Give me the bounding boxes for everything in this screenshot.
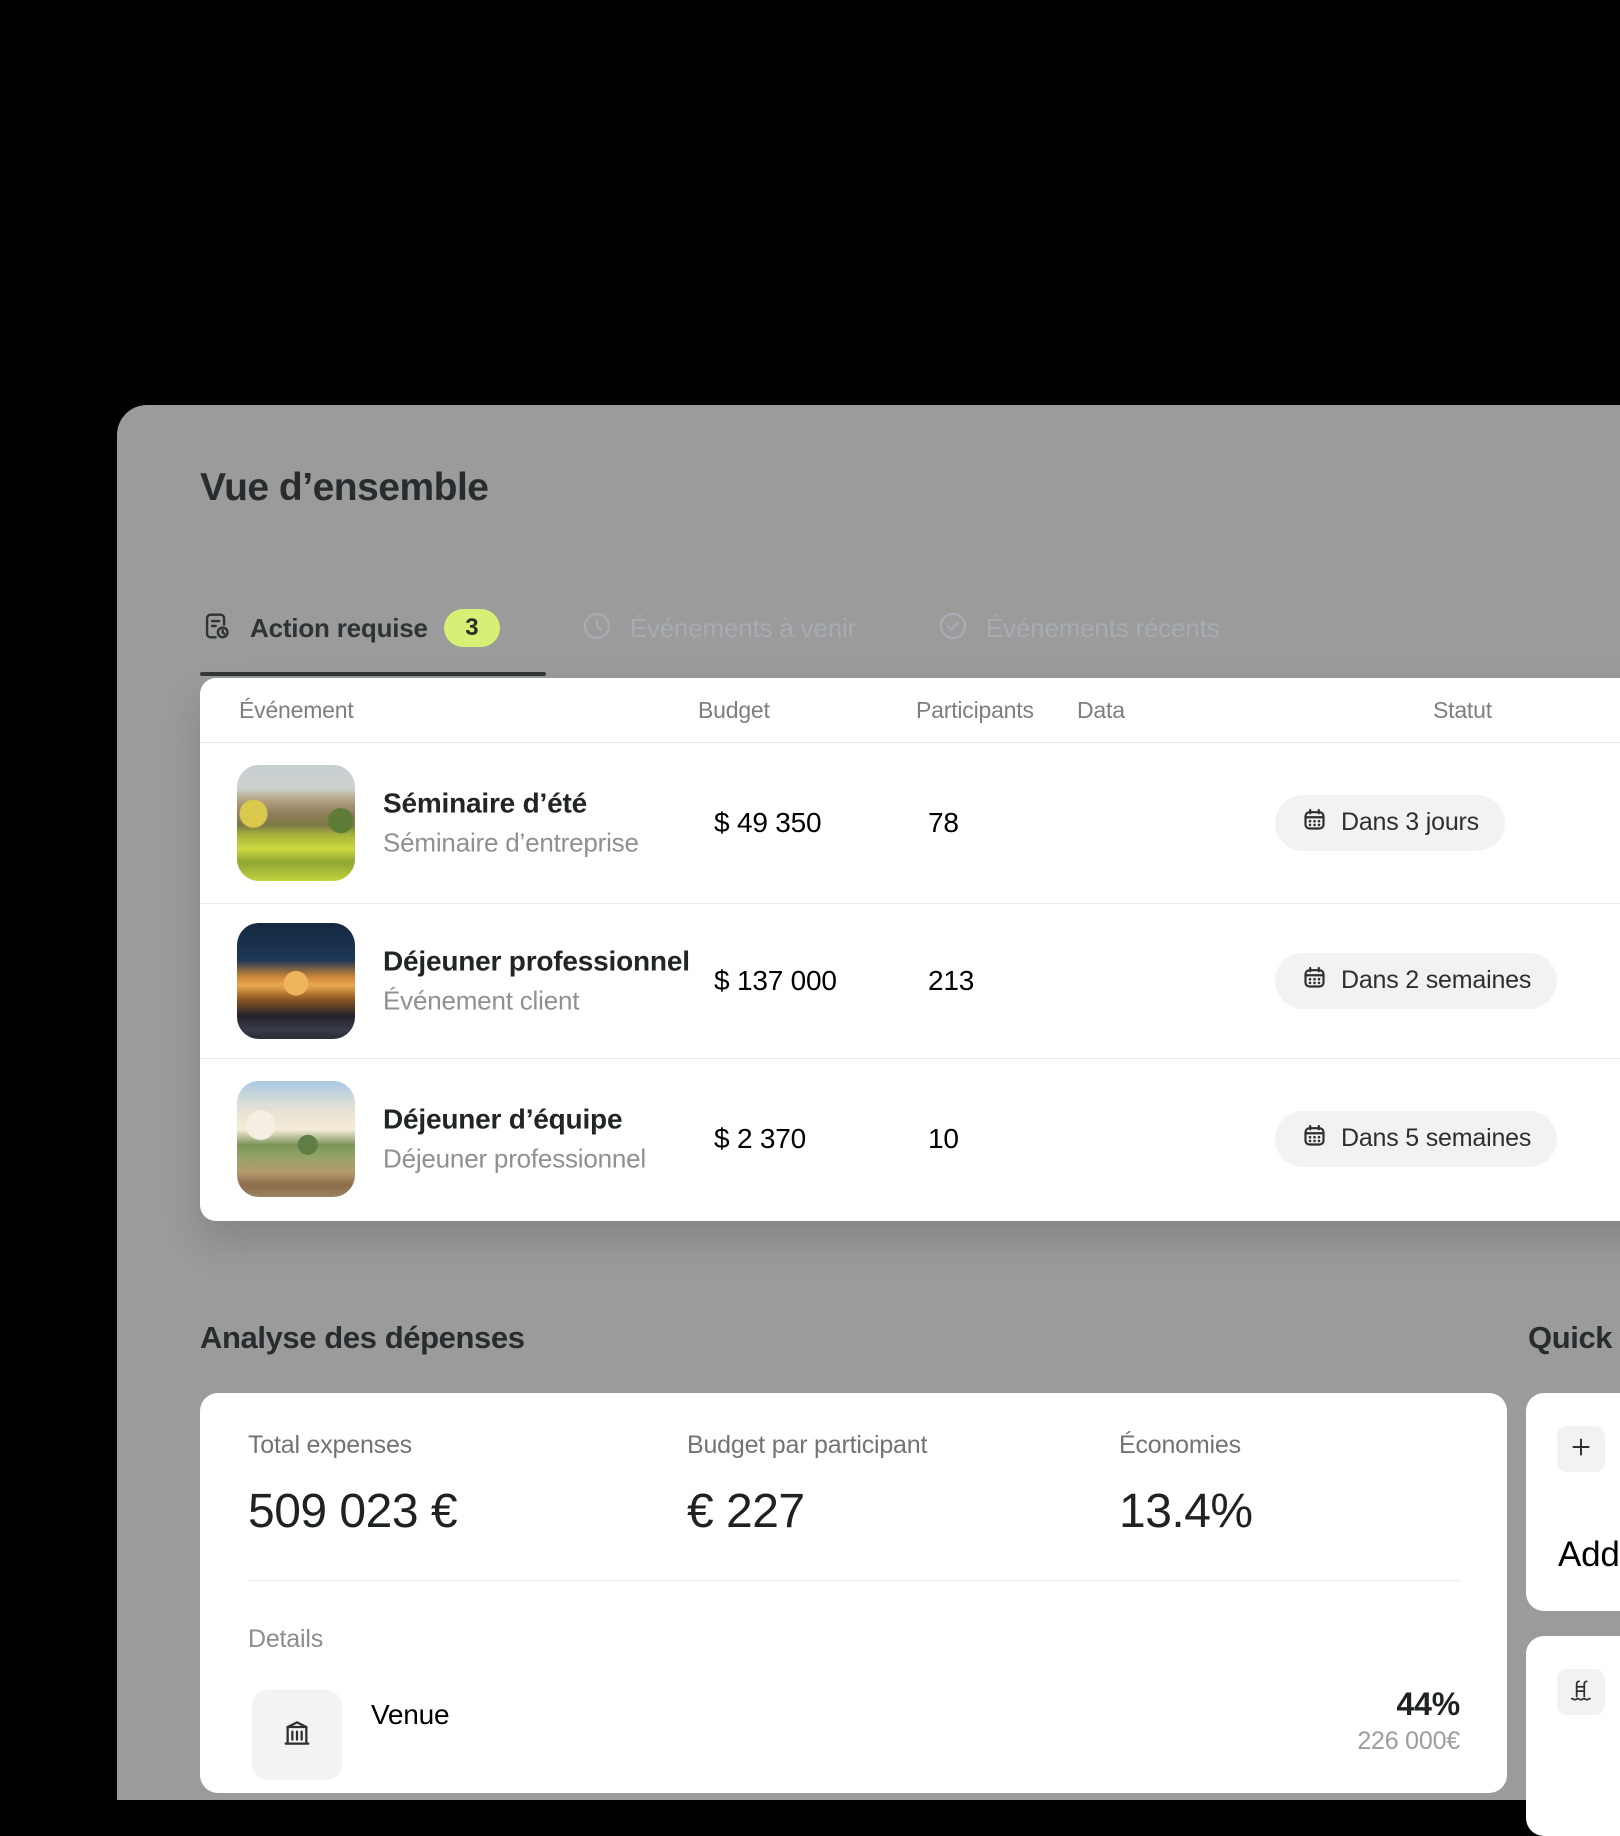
stat-label: Budget par participant: [687, 1431, 927, 1460]
screen: Vue d’ensemble Action requise 3: [0, 0, 1620, 1740]
event-budget: $ 2 370: [714, 1123, 806, 1155]
calendar-icon: [1301, 964, 1328, 998]
due-date-pill: Dans 5 semaines: [1275, 1111, 1557, 1167]
event-budget: $ 137 000: [714, 965, 837, 997]
event-participants: 213: [928, 965, 974, 997]
detail-row-venue[interactable]: Venue 44% 226 000€: [200, 1683, 1507, 1793]
event-title-cell: Séminaire d’été Séminaire d’entreprise: [383, 787, 713, 858]
column-header-participants: Participants: [916, 678, 1034, 742]
tab-action-requise[interactable]: Action requise 3: [200, 609, 500, 648]
quick-action-venue-card[interactable]: [1526, 1636, 1620, 1836]
pool-ladder-icon: [1568, 1677, 1594, 1708]
event-thumbnail: [237, 765, 355, 881]
column-header-statut: Statut: [1433, 678, 1492, 742]
tab-bar: Action requise 3 Événements à venir Évén…: [200, 598, 1219, 658]
details-label: Details: [248, 1625, 323, 1654]
detail-percent: 44%: [1397, 1686, 1460, 1723]
event-title-cell: Déjeuner d’équipe Déjeuner professionnel: [383, 1103, 713, 1174]
event-thumbnail: [237, 1081, 355, 1197]
tab-evenements-recents[interactable]: Événements récents: [936, 609, 1219, 648]
stat-value: € 227: [687, 1484, 927, 1539]
event-participants: 78: [928, 807, 959, 839]
stat-budget-par-participant: Budget par participant € 227: [687, 1431, 927, 1539]
event-subtitle: Événement client: [383, 985, 713, 1016]
pool-ladder-icon-box: [1557, 1669, 1605, 1715]
venue-icon-box: [252, 1690, 342, 1780]
expense-analysis-card: Total expenses 509 023 € Budget par part…: [200, 1393, 1507, 1793]
analysis-section-title: Analyse des dépenses: [200, 1320, 525, 1356]
add-label: Add: [1558, 1535, 1620, 1575]
divider: [248, 1580, 1460, 1581]
check-circle-icon: [936, 609, 970, 648]
tab-evenements-a-venir[interactable]: Événements à venir: [580, 609, 856, 648]
detail-amount: 226 000€: [1357, 1727, 1460, 1756]
event-thumbnail: [237, 923, 355, 1039]
table-row-dejeuner-professionnel[interactable]: Déjeuner professionnel Événement client …: [200, 903, 1620, 1058]
event-title: Déjeuner d’équipe: [383, 1103, 713, 1135]
quick-action-add-card[interactable]: Add: [1526, 1393, 1620, 1611]
due-date-label: Dans 2 semaines: [1341, 966, 1531, 995]
table-row-dejeuner-equipe[interactable]: Déjeuner d’équipe Déjeuner professionnel…: [200, 1058, 1620, 1219]
table-row-seminaire-ete[interactable]: Séminaire d’été Séminaire d’entreprise $…: [200, 742, 1620, 903]
event-budget: $ 49 350: [714, 807, 821, 839]
due-date-label: Dans 5 semaines: [1341, 1124, 1531, 1153]
event-title-cell: Déjeuner professionnel Événement client: [383, 945, 713, 1016]
event-due-cell: Dans 5 semaines: [1275, 1111, 1557, 1167]
stat-total-expenses: Total expenses 509 023 €: [248, 1431, 457, 1539]
event-subtitle: Séminaire d’entreprise: [383, 827, 713, 858]
stat-value: 509 023 €: [248, 1484, 457, 1539]
tab-label: Événements récents: [986, 613, 1219, 644]
stat-value: 13.4%: [1119, 1484, 1253, 1539]
event-due-cell: Dans 3 jours: [1275, 795, 1505, 851]
calendar-icon: [1301, 806, 1328, 840]
calendar-icon: [1301, 1122, 1328, 1156]
building-icon: [281, 1717, 313, 1754]
stat-label: Économies: [1119, 1431, 1253, 1460]
event-title: Séminaire d’été: [383, 787, 713, 819]
tab-label: Action requise: [250, 613, 428, 644]
column-header-budget: Budget: [698, 678, 770, 742]
column-header-evenement: Événement: [239, 678, 354, 742]
document-clock-icon: [200, 609, 234, 648]
plus-icon-box: [1557, 1426, 1605, 1472]
due-date-label: Dans 3 jours: [1341, 808, 1479, 837]
event-due-cell: Dans 2 semaines: [1275, 953, 1557, 1009]
due-date-pill: Dans 2 semaines: [1275, 953, 1557, 1009]
plus-icon: [1568, 1434, 1594, 1465]
active-tab-indicator: [200, 672, 546, 676]
event-subtitle: Déjeuner professionnel: [383, 1143, 713, 1174]
page-title: Vue d’ensemble: [200, 466, 489, 510]
event-title: Déjeuner professionnel: [383, 945, 713, 977]
events-table: Événement Budget Participants Data Statu…: [200, 678, 1620, 1221]
quick-section-title: Quick: [1528, 1320, 1612, 1356]
tab-count-badge: 3: [444, 609, 500, 647]
stat-label: Total expenses: [248, 1431, 457, 1460]
event-participants: 10: [928, 1123, 959, 1155]
due-date-pill: Dans 3 jours: [1275, 795, 1505, 851]
detail-name: Venue: [371, 1699, 449, 1731]
column-header-data: Data: [1077, 678, 1125, 742]
stat-economies: Économies 13.4%: [1119, 1431, 1253, 1539]
clock-icon: [580, 609, 614, 648]
tab-label: Événements à venir: [630, 613, 856, 644]
